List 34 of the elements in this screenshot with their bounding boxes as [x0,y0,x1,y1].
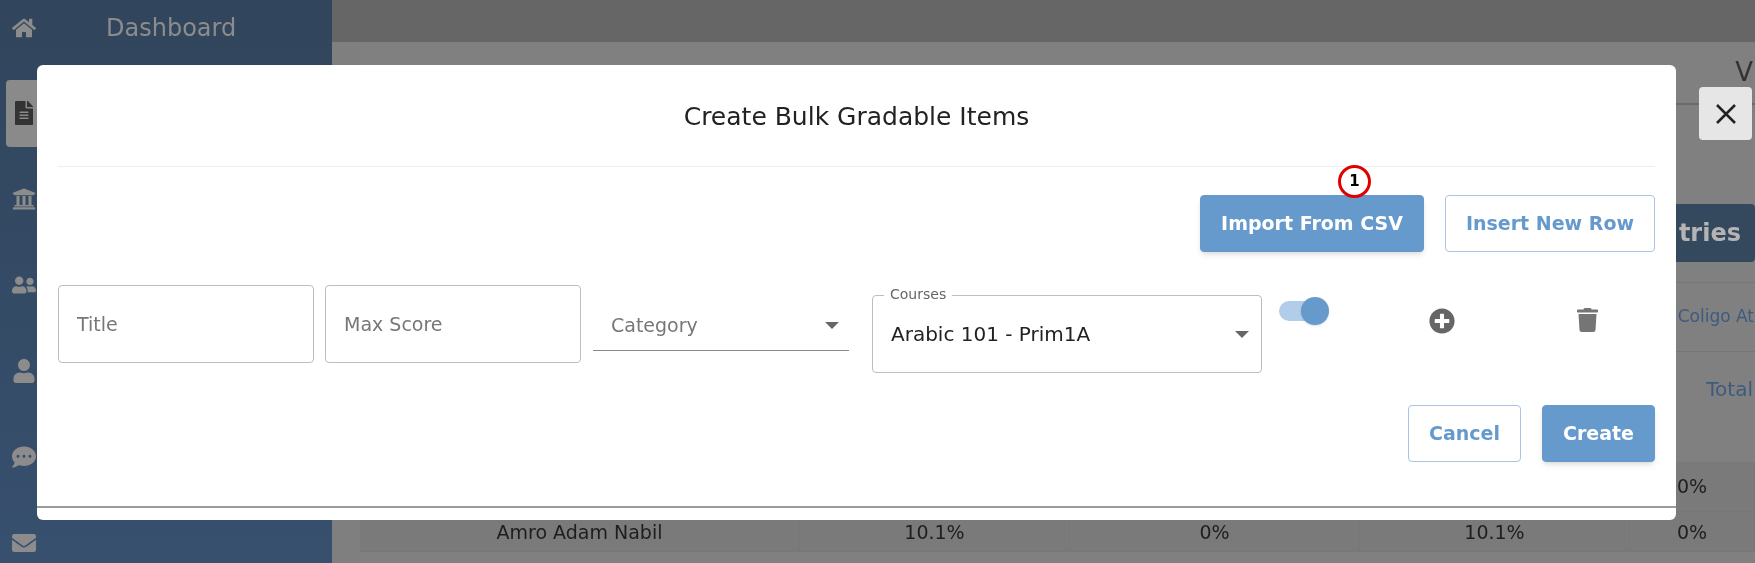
page-heading: V [1735,56,1753,89]
primary-button[interactable]: Create [1542,405,1655,462]
close-button[interactable] [1699,87,1752,140]
courses-value: Arabic 101 - Prim1A [891,321,1091,348]
home-icon [12,16,36,40]
dropdown-caret-icon [825,322,839,329]
sidebar-label: Dashboard [106,13,237,44]
trash-icon[interactable] [1577,308,1598,332]
column-header: Total [1706,376,1753,403]
table-cell-text: 0% [1676,474,1708,500]
bank-icon [12,186,36,211]
mail-icon [12,531,36,555]
title-field[interactable]: Title [58,285,314,363]
sidebar-item[interactable]: Dashboard [6,8,306,49]
add-icon[interactable] [1429,308,1455,334]
toggle-switch[interactable] [1279,297,1329,325]
table-cell-text: 0% [1676,520,1708,545]
outline-button[interactable]: Cancel [1408,405,1521,462]
document-icon [12,101,36,126]
close-icon [1714,102,1737,125]
table-cell-text: 10.1% [1464,520,1525,545]
outline-button[interactable]: Insert New Row [1444,195,1655,252]
table-cell-text: 10.1% [904,520,965,545]
table-cell-text: Amro Adam Nabil [496,520,663,545]
category-select[interactable]: Category [593,301,849,351]
dialog-title: Create Bulk Gradable Items [683,100,1030,133]
table-cell-text: 0% [1199,520,1230,545]
annotation-badge: 1 [1338,165,1371,198]
feedback-icon [12,444,36,469]
max-score-field[interactable]: Max Score [325,285,581,363]
dropdown-caret-icon [1235,330,1249,338]
person-icon [12,358,36,383]
tab-label[interactable]: Coligo At [1677,304,1754,330]
primary-button[interactable]: Import From CSV [1200,195,1424,252]
